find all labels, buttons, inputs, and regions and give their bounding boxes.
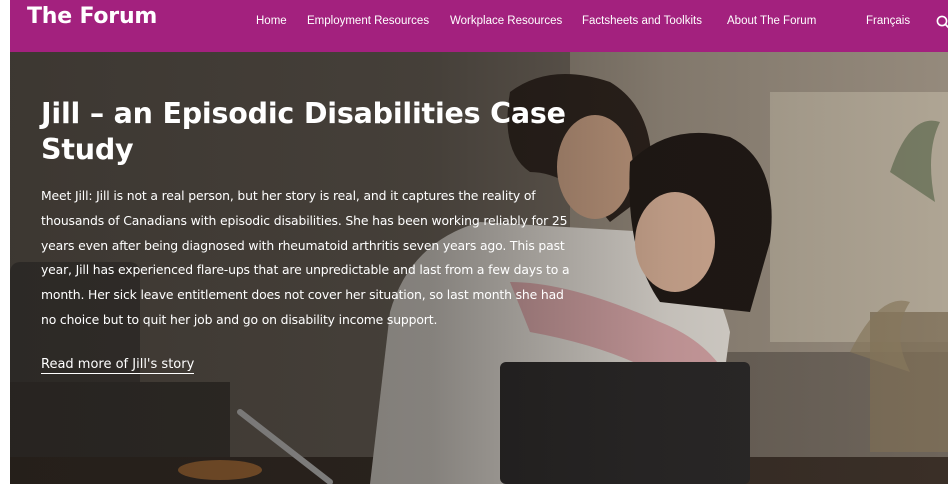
read-more-link[interactable]: Read more of Jill's story — [41, 357, 195, 374]
nav-workplace-resources[interactable]: Workplace Resources — [450, 15, 562, 27]
nav-about-the-forum[interactable]: About The Forum — [727, 15, 816, 27]
site-logo[interactable]: The Forum — [27, 4, 157, 29]
site-header: The Forum Home Employment Resources Work… — [10, 0, 948, 52]
nav-employment-resources[interactable]: Employment Resources — [307, 15, 429, 27]
hero-content: Jill – an Episodic Disabilities Case Stu… — [41, 96, 576, 374]
nav-factsheets-and-toolkits[interactable]: Factsheets and Toolkits — [582, 15, 702, 27]
search-icon[interactable] — [936, 14, 948, 30]
nav-home[interactable]: Home — [256, 15, 287, 27]
hero-title: Jill – an Episodic Disabilities Case Stu… — [41, 97, 566, 166]
hero-section: Jill – an Episodic Disabilities Case Stu… — [10, 52, 948, 484]
language-toggle[interactable]: Français — [866, 15, 910, 27]
hero-description: Meet Jill: Jill is not a real person, bu… — [41, 188, 570, 327]
